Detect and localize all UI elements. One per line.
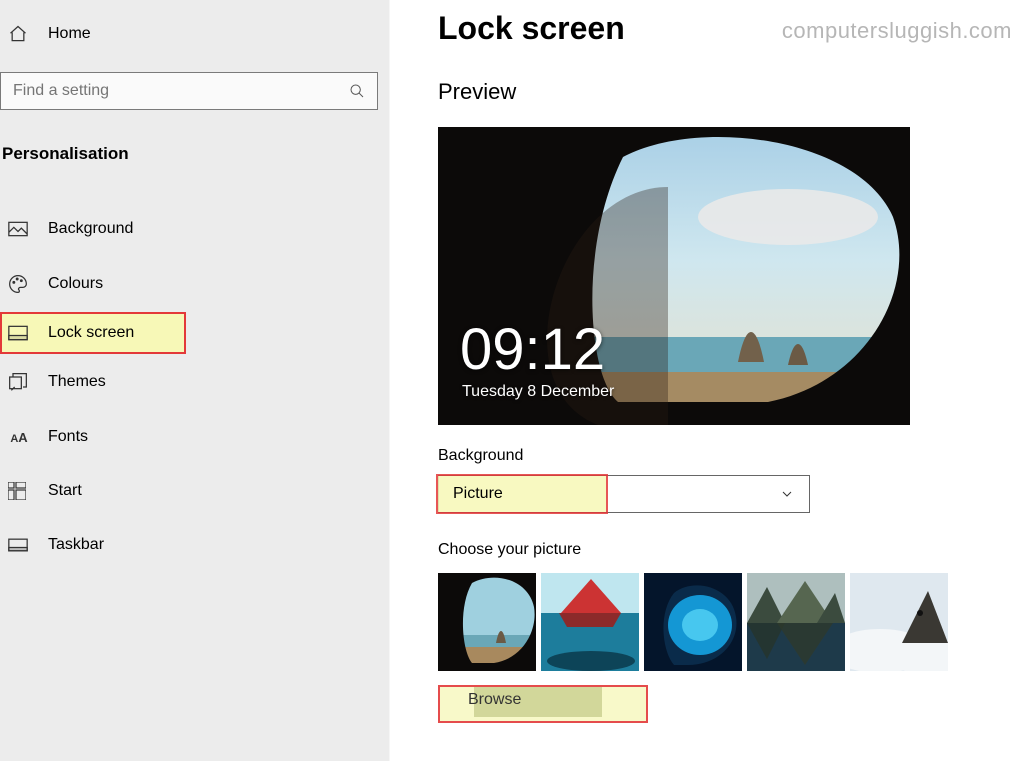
search-input[interactable] [13,82,349,100]
sidebar-item-lock-screen[interactable]: Lock screen [0,312,186,354]
watermark: computersluggish.com [782,18,1012,44]
sidebar-item-fonts[interactable]: AA Fonts [0,410,389,464]
themes-icon [8,372,30,392]
home-label: Home [48,25,91,43]
sidebar-item-label: Lock screen [48,324,134,342]
choose-picture-label: Choose your picture [438,541,1024,559]
search-icon [349,83,365,99]
thumbnail-clouds-peak[interactable] [850,573,948,671]
thumbnail-cave-beach[interactable] [438,573,536,671]
settings-sidebar: Home Personalisation Background [0,0,390,761]
thumbnail-ice-cave[interactable] [644,573,742,671]
image-icon [8,221,30,237]
sidebar-item-background[interactable]: Background [0,202,389,256]
picture-thumbnails [438,573,1024,671]
lockscreen-icon [8,325,30,341]
sidebar-item-label: Colours [48,275,103,293]
taskbar-icon [8,538,30,552]
home-icon [8,24,30,44]
search-container [0,72,378,110]
lockscreen-preview: 09:12 Tuesday 8 December [438,127,910,425]
browse-button[interactable]: Browse [468,691,521,709]
sidebar-item-label: Fonts [48,428,88,446]
sidebar-item-label: Taskbar [48,536,104,554]
browse-row: Browse [438,685,1024,725]
home-nav[interactable]: Home [0,16,389,52]
thumbnail-mountain-lake[interactable] [747,573,845,671]
sidebar-item-taskbar[interactable]: Taskbar [0,518,389,572]
sidebar-item-label: Start [48,482,82,500]
background-dropdown[interactable]: Picture [438,475,810,513]
preview-time: 09:12 [460,321,605,379]
sidebar-item-start[interactable]: Start [0,464,389,518]
section-title: Personalisation [0,110,389,168]
background-label: Background [438,447,1024,465]
sidebar-item-label: Themes [48,373,106,391]
settings-search[interactable] [0,72,378,110]
start-icon [8,482,30,500]
preview-heading: Preview [438,79,1024,105]
sidebar-item-colours[interactable]: Colours [0,256,389,312]
preview-date: Tuesday 8 December [462,383,614,401]
fonts-icon: AA [8,430,30,445]
palette-icon [8,274,30,294]
nav-list: Background Colours Lock screen [0,202,389,572]
chevron-down-icon [779,486,795,502]
dropdown-value: Picture [453,485,503,503]
sidebar-item-label: Background [48,220,133,238]
thumbnail-underwater-boat[interactable] [541,573,639,671]
sidebar-item-themes[interactable]: Themes [0,354,389,410]
main-panel: computersluggish.com Lock screen Preview… [390,0,1024,761]
